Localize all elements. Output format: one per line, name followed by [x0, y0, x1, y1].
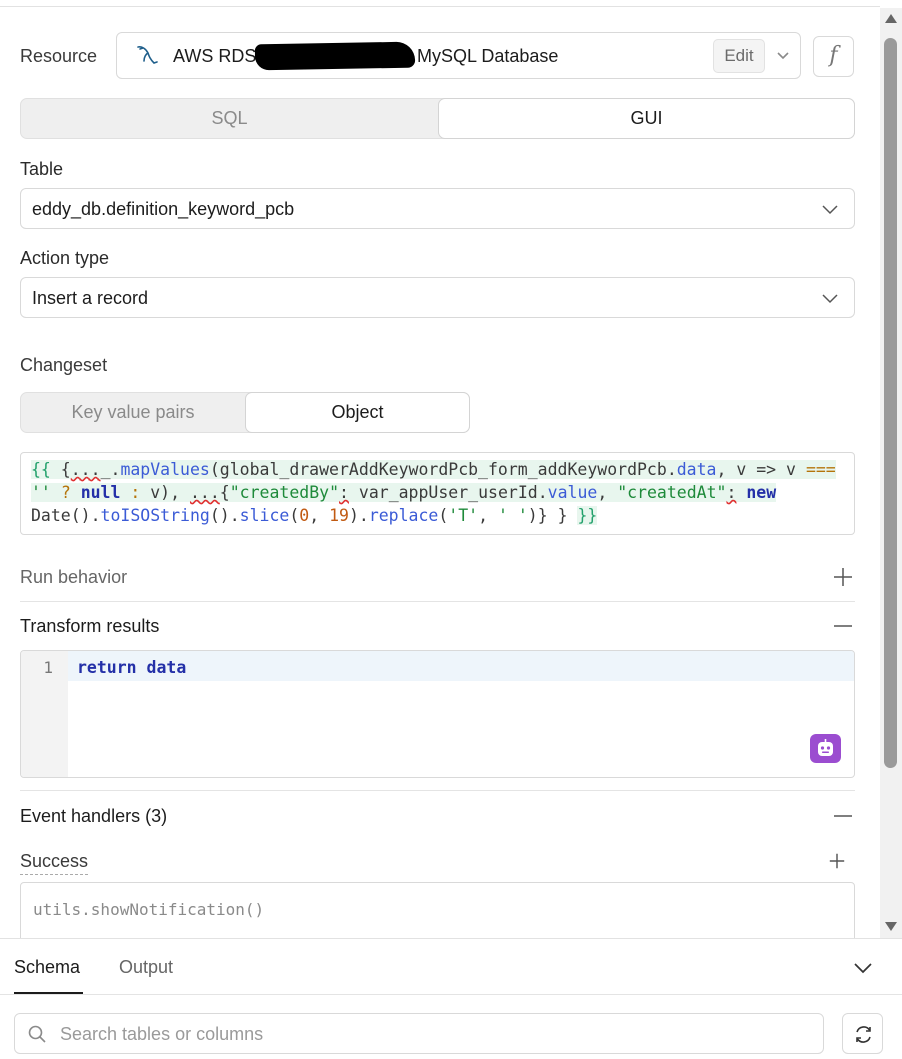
- action-type-select[interactable]: Insert a record: [20, 277, 855, 318]
- tab-schema[interactable]: Schema: [14, 957, 80, 978]
- ai-assistant-button[interactable]: [810, 734, 841, 763]
- scroll-down-arrow-icon[interactable]: [885, 922, 897, 931]
- refresh-icon: [856, 1026, 871, 1043]
- success-label: Success: [20, 851, 89, 875]
- scroll-up-arrow-icon[interactable]: [885, 14, 897, 23]
- redaction-mark: [254, 41, 416, 71]
- line-gutter: 1: [21, 651, 68, 777]
- mysql-dolphin-icon: [137, 46, 158, 64]
- line-number: 1: [43, 658, 53, 677]
- tab-output[interactable]: Output: [119, 957, 173, 978]
- resource-name-suffix: MySQL Database: [417, 46, 559, 66]
- query-editor-panel: Resource AWS RDS MySQL Database Edit f S…: [0, 8, 880, 938]
- changeset-label: Changeset: [20, 355, 108, 375]
- plus-icon[interactable]: [833, 567, 853, 587]
- plus-icon[interactable]: [828, 852, 846, 870]
- schema-search: [14, 1013, 824, 1054]
- refresh-schema-button[interactable]: [842, 1013, 883, 1054]
- transform-code-editor[interactable]: 1 return data: [20, 650, 855, 778]
- robot-icon: [818, 739, 833, 756]
- code-line-3: Date().toISOString().slice(0, 19).replac…: [31, 506, 598, 525]
- search-icon: [28, 1025, 46, 1043]
- success-handler-input[interactable]: utils.showNotification(): [20, 882, 855, 938]
- search-input[interactable]: [60, 1022, 800, 1046]
- code-keyword: return data: [77, 658, 187, 677]
- divider: [20, 601, 855, 602]
- table-value: eddy_db.definition_keyword_pcb: [32, 199, 295, 219]
- fx-button[interactable]: f: [813, 36, 854, 77]
- table-select[interactable]: eddy_db.definition_keyword_pcb: [20, 188, 855, 229]
- scrollbar[interactable]: [880, 8, 902, 938]
- code-line-1: {{ {..._.mapValues(global_drawerAddKeywo…: [31, 460, 836, 479]
- changeset-code-editor[interactable]: {{ {..._.mapValues(global_drawerAddKeywo…: [20, 452, 855, 535]
- mode-option-gui[interactable]: GUI: [438, 98, 855, 139]
- changeset-option-object[interactable]: Object: [245, 392, 470, 433]
- changeset-option-key-value[interactable]: Key value pairs: [21, 393, 245, 432]
- chevron-down-icon: [822, 294, 838, 304]
- chevron-down-icon: [822, 205, 838, 215]
- table-label: Table: [20, 159, 64, 179]
- minus-icon[interactable]: [833, 616, 853, 636]
- transform-results-header[interactable]: Transform results: [20, 616, 159, 637]
- schema-panel: Schema Output: [0, 938, 902, 1059]
- success-handler-placeholder: utils.showNotification(): [33, 900, 265, 919]
- resource-name-prefix: AWS RDS: [173, 46, 257, 66]
- changeset-toggle: Key value pairs Object: [20, 392, 470, 433]
- scrollbar-thumb[interactable]: [884, 38, 897, 768]
- action-type-label: Action type: [20, 248, 110, 268]
- divider: [20, 790, 855, 791]
- event-handlers-header[interactable]: Event handlers (3): [20, 806, 167, 827]
- minus-icon[interactable]: [833, 806, 853, 826]
- action-type-value: Insert a record: [32, 288, 149, 308]
- chevron-down-icon[interactable]: [852, 957, 874, 979]
- transform-code-line: return data: [77, 658, 186, 677]
- top-border: [0, 6, 880, 7]
- mode-toggle: SQL GUI: [20, 98, 855, 139]
- resource-select[interactable]: AWS RDS MySQL Database Edit: [116, 32, 801, 79]
- divider: [0, 994, 902, 995]
- mode-option-sql[interactable]: SQL: [21, 99, 438, 138]
- code-line-2: '' ? null : v), ...{"createdBy": var_app…: [31, 483, 777, 502]
- resource-label: Resource: [20, 46, 98, 66]
- chevron-down-icon[interactable]: [771, 43, 795, 67]
- edit-resource-button[interactable]: Edit: [713, 39, 765, 73]
- run-behavior-header[interactable]: Run behavior: [20, 567, 127, 588]
